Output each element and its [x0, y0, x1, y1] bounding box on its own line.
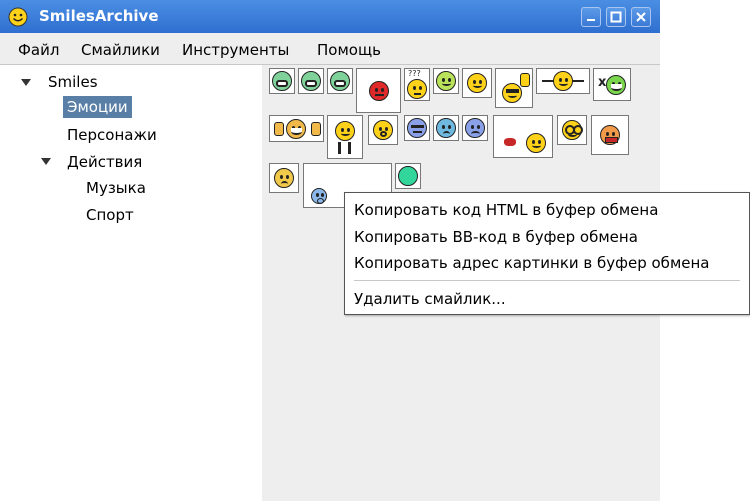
green-circle-icon [398, 166, 418, 186]
menu-tools[interactable]: Инструменты [182, 41, 289, 59]
laughing-smiley-icon [606, 75, 626, 95]
smiley-cell[interactable] [557, 115, 587, 145]
blue-smiley-icon [407, 118, 427, 138]
menu-bar: Файл Смайлики Инструменты Помощь [0, 33, 660, 65]
category-tree: Smiles Эмоции Персонажи Действия Музыка … [0, 65, 262, 501]
context-menu: Копировать код HTML в буфер обмена Копир… [344, 192, 750, 315]
menu-item-copy-image-url[interactable]: Копировать адрес картинки в буфер обмена [354, 254, 709, 272]
minimize-button[interactable] [581, 7, 601, 27]
menu-help[interactable]: Помощь [317, 41, 381, 59]
expand-arrow-icon[interactable] [21, 79, 31, 86]
smiley-cell[interactable] [269, 163, 299, 193]
smiley-cell[interactable] [327, 115, 363, 159]
confused-smiley-icon [407, 79, 427, 99]
surprised-smiley-icon [373, 120, 393, 140]
close-icon [636, 12, 646, 22]
wink-smiley-icon [467, 73, 487, 93]
tree-node-actions[interactable]: Действия [67, 153, 142, 171]
angry-smiley-icon [369, 81, 389, 101]
smiley-cell[interactable] [298, 68, 324, 94]
window-title: SmilesArchive [39, 7, 159, 25]
smiley-cell[interactable] [395, 163, 421, 189]
grinning-smiley-icon [301, 71, 321, 91]
smiley-cell[interactable]: x [593, 68, 631, 101]
menu-item-copy-html[interactable]: Копировать код HTML в буфер обмена [354, 201, 658, 219]
smiley-cell[interactable] [462, 68, 492, 98]
sad-smiley-icon [465, 118, 485, 138]
tree-node-music[interactable]: Музыка [86, 179, 146, 197]
menu-smiles[interactable]: Смайлики [81, 41, 160, 59]
disgusted-smiley-icon [600, 125, 620, 145]
crying-smiley-icon [436, 118, 456, 138]
smiley-cell[interactable]: ??? [404, 68, 430, 101]
eating-smiley-icon [526, 133, 546, 153]
nerd-smiley-icon [562, 120, 583, 140]
smiley-cell[interactable] [327, 68, 353, 94]
smiley-cell[interactable] [591, 115, 629, 155]
tree-node-emotions[interactable]: Эмоции [63, 96, 132, 118]
menu-item-delete-smiley[interactable]: Удалить смайлик... [354, 290, 506, 308]
menu-file[interactable]: Файл [18, 41, 59, 59]
smiley-cell[interactable] [462, 115, 488, 141]
smiley-cell[interactable] [269, 68, 295, 94]
menu-item-copy-bbcode[interactable]: Копировать BB-код в буфер обмена [354, 228, 638, 246]
smiley-cell[interactable] [433, 115, 459, 141]
tree-node-characters[interactable]: Персонажи [67, 126, 157, 144]
scared-smiley-icon [311, 188, 327, 204]
smiley-cell[interactable] [493, 115, 553, 158]
tree-node-sport[interactable]: Спорт [86, 206, 134, 224]
worried-smiley-icon [274, 168, 294, 188]
smiley-cell[interactable] [368, 115, 398, 145]
smiley-app-icon [8, 7, 28, 27]
thumbs-up-smiley-icon [286, 119, 306, 139]
menu-separator [354, 280, 740, 281]
smiley-cell[interactable] [404, 115, 430, 141]
tree-node-smiles[interactable]: Smiles [48, 73, 98, 91]
smiley-cell[interactable] [356, 68, 401, 113]
standing-smiley-icon [335, 121, 355, 141]
cool-smiley-icon [502, 83, 522, 103]
close-button[interactable] [631, 7, 651, 27]
grinning-smiley-icon [330, 71, 350, 91]
weightlifter-smiley-icon [553, 71, 573, 91]
grinning-smiley-icon [272, 71, 292, 91]
expand-arrow-icon[interactable] [41, 158, 51, 165]
maximize-button[interactable] [606, 7, 626, 27]
sick-smiley-icon [436, 71, 456, 91]
title-bar[interactable]: SmilesArchive [0, 0, 660, 33]
smiley-cell[interactable] [495, 68, 533, 108]
smiley-cell[interactable] [433, 68, 459, 94]
smiley-cell[interactable] [536, 68, 590, 94]
smiley-cell[interactable] [269, 115, 324, 142]
minimize-icon [587, 19, 595, 21]
maximize-icon [610, 11, 622, 23]
